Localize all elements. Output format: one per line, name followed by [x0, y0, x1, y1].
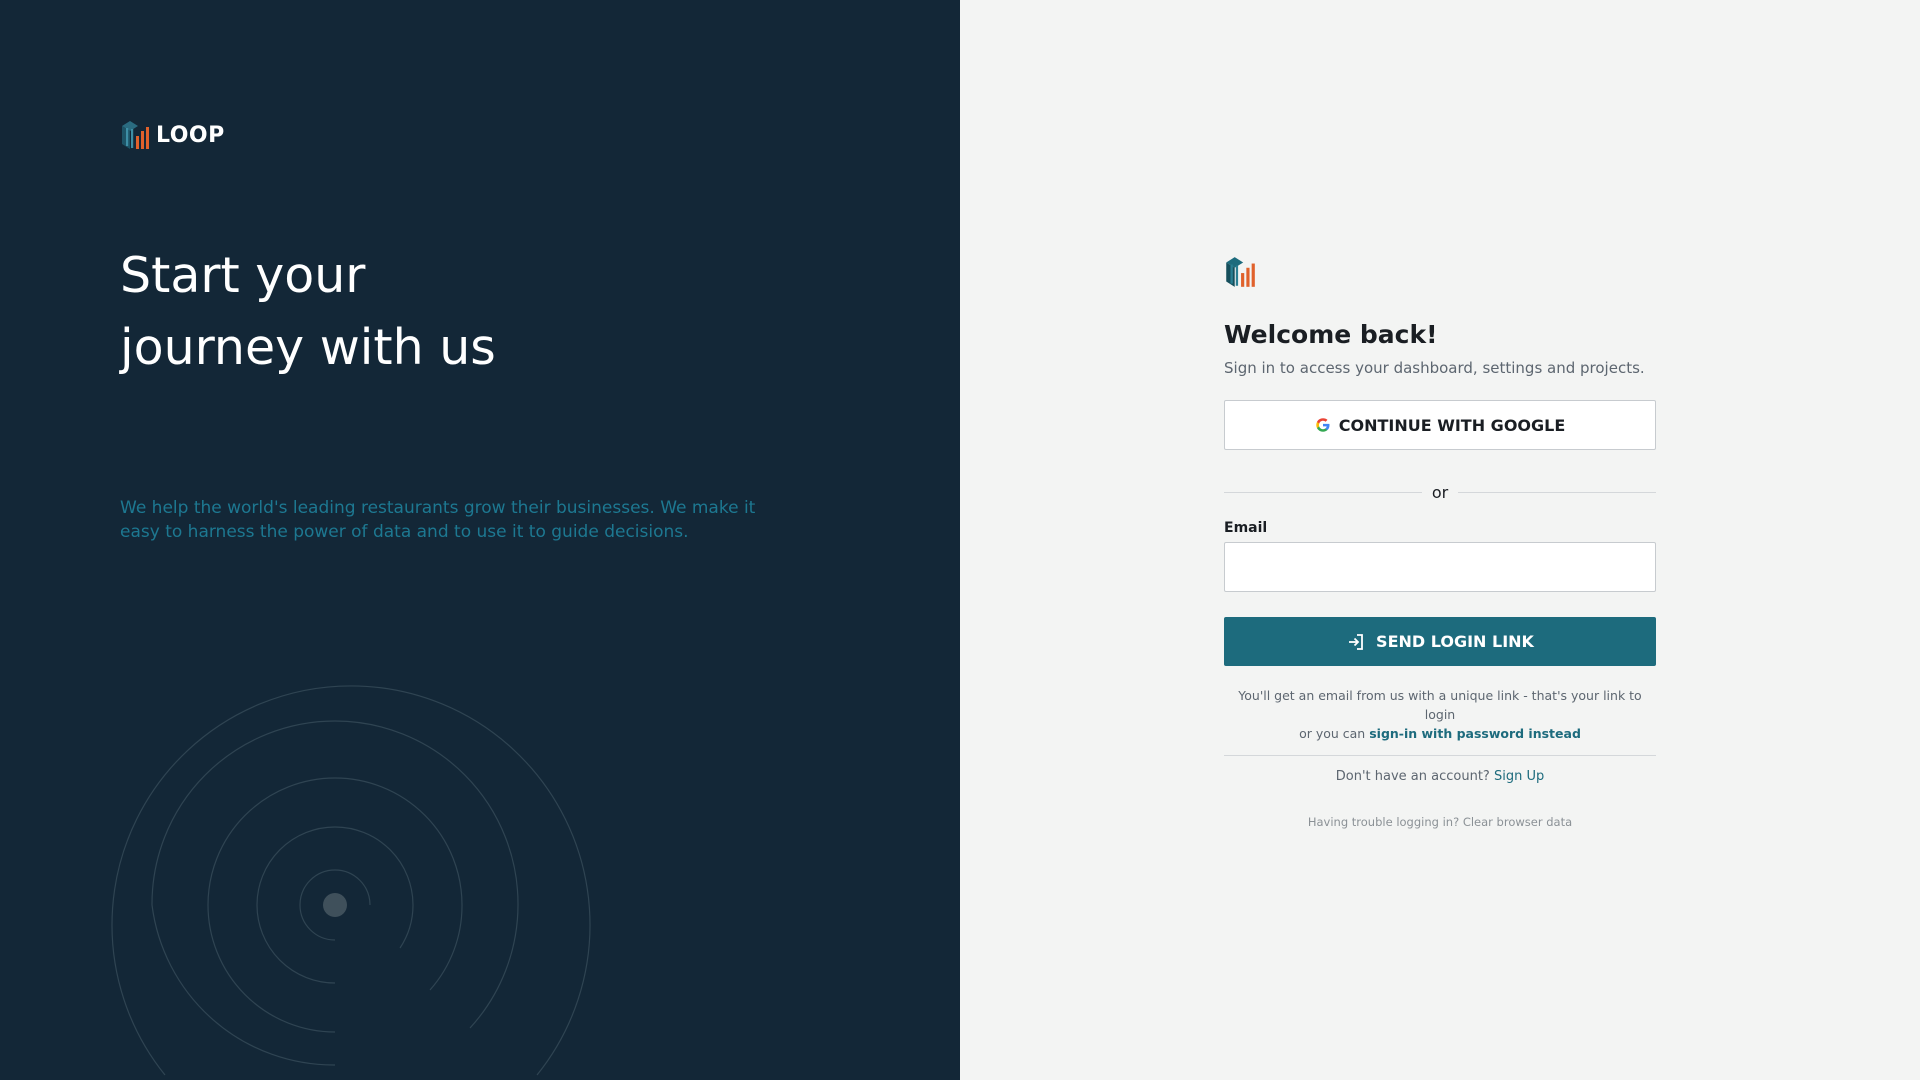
login-title: Welcome back!	[1224, 320, 1438, 349]
section-separator	[1224, 755, 1656, 756]
divider-line	[1224, 491, 1422, 493]
google-button-label: CONTINUE WITH GOOGLE	[1338, 415, 1566, 435]
or-divider: or	[1224, 482, 1656, 502]
google-g-icon	[1316, 418, 1330, 432]
login-panel: Welcome back! Sign in to access your das…	[960, 0, 1920, 1080]
send-login-link-button[interactable]: SEND LOGIN LINK	[1224, 617, 1656, 666]
email-field[interactable]	[1224, 542, 1656, 592]
hero-description: We help the world's leading restaurants …	[120, 498, 756, 542]
login-arrow-icon	[1349, 633, 1363, 650]
brand-panel: LOOP Start your journey with us We help …	[0, 0, 960, 1080]
send-button-label: SEND LOGIN LINK	[1376, 632, 1534, 651]
clear-browser-data-link[interactable]: Having trouble logging in? Clear browser…	[1224, 815, 1656, 829]
sign-up-link[interactable]: Sign Up	[1494, 769, 1544, 784]
loop-logo-icon	[122, 121, 149, 149]
signup-prefix: Don't have an account?	[1335, 769, 1494, 784]
password-signin-link[interactable]: sign-in with password instead	[1369, 726, 1581, 741]
login-hint: You'll get an email from us with a uniqu…	[1224, 686, 1656, 743]
login-subtitle: Sign in to access your dashboard, settin…	[1224, 359, 1645, 377]
hero-heading: Start your journey with us	[120, 240, 820, 384]
hero-line-2: journey with us	[120, 319, 496, 376]
ring-outer	[111, 685, 591, 1076]
brand-name: LOOP	[156, 122, 225, 148]
hint-prefix: or you can	[1299, 726, 1370, 741]
divider-line	[1458, 491, 1656, 493]
loop-logo-icon	[1226, 257, 1255, 287]
brand-logo: LOOP	[120, 118, 225, 152]
hero-line-1: Start your	[120, 247, 366, 304]
email-label: Email	[1224, 520, 1268, 536]
ring-center-dot	[323, 893, 347, 917]
hint-line-1: You'll get an email from us with a uniqu…	[1238, 688, 1642, 722]
login-card: Welcome back! Sign in to access your das…	[1224, 254, 1656, 829]
continue-with-google-button[interactable]: CONTINUE WITH GOOGLE	[1224, 400, 1656, 450]
divider-text: or	[1431, 482, 1449, 502]
decorative-rings	[111, 685, 591, 1076]
signup-prompt: Don't have an account? Sign Up	[1224, 769, 1656, 784]
